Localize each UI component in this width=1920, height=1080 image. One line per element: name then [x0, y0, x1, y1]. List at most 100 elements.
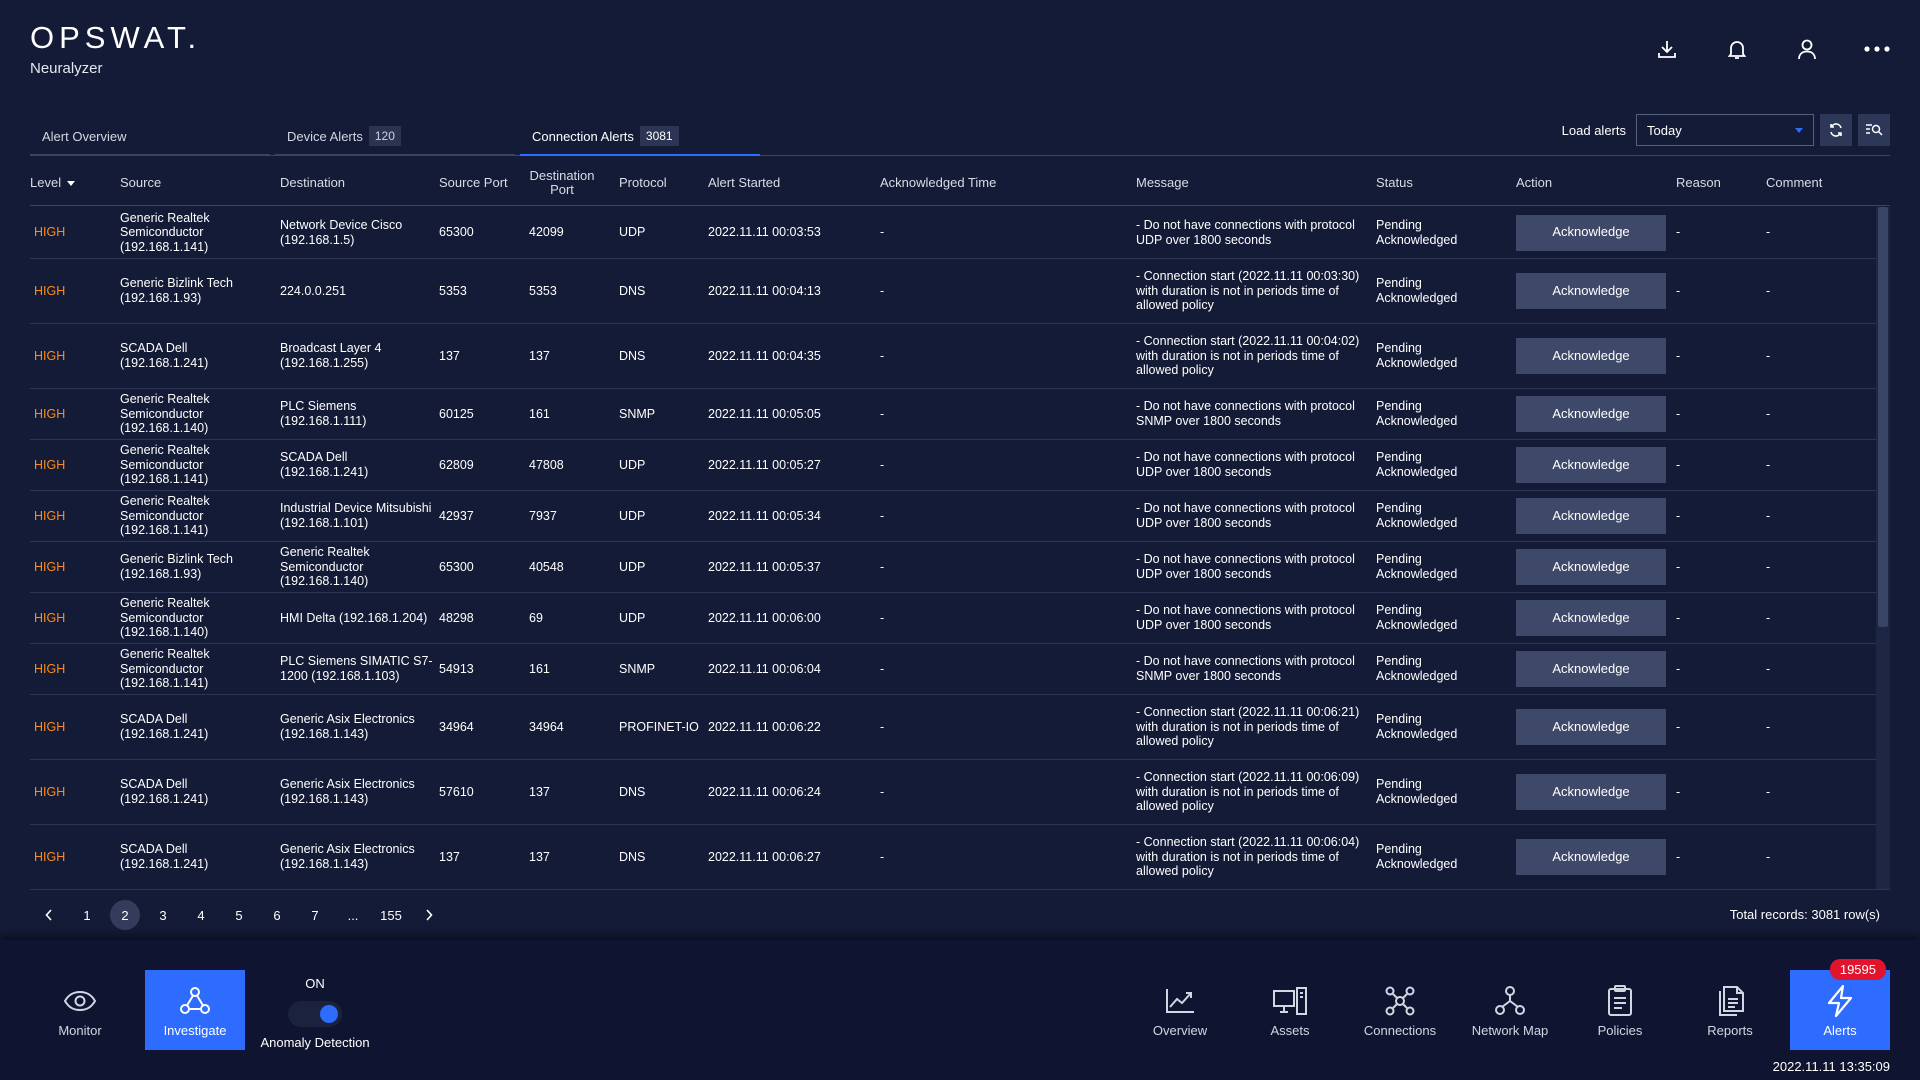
protocol-cell: DNS: [619, 784, 646, 799]
more-icon[interactable]: [1864, 36, 1890, 62]
comment-cell: -: [1766, 508, 1771, 523]
acknowledge-button[interactable]: Acknowledge: [1516, 774, 1666, 810]
table-row: HIGH Generic Realtek Semiconductor (192.1…: [30, 491, 1890, 542]
page-button[interactable]: 5: [220, 900, 258, 930]
alert-started-cell: 2022.11.11 00:05:27: [708, 457, 821, 472]
tab-connection-alerts[interactable]: Connection Alerts 3081: [520, 118, 760, 156]
table-row: HIGH SCADA Dell (192.168.1.241) Broadcast …: [30, 324, 1890, 389]
acknowledge-button[interactable]: Acknowledge: [1516, 651, 1666, 687]
protocol-cell: UDP: [619, 559, 646, 574]
protocol-cell: DNS: [619, 849, 646, 864]
nav-overview[interactable]: Overview: [1130, 970, 1230, 1050]
source-cell: SCADA Dell (192.168.1.241): [120, 842, 209, 871]
column-header-destination-port: Destination Port: [529, 168, 595, 197]
source-cell: Generic Bizlink Tech (192.168.1.93): [120, 276, 234, 305]
source-port-cell: 60125: [439, 406, 474, 421]
page-button[interactable]: 3: [144, 900, 182, 930]
acknowledge-button[interactable]: Acknowledge: [1516, 447, 1666, 483]
status-cell: Pending Acknowledged: [1376, 341, 1458, 370]
nav-label: Reports: [1707, 1022, 1753, 1038]
acknowledge-button[interactable]: Acknowledge: [1516, 709, 1666, 745]
alert-started-cell: 2022.11.11 00:04:35: [708, 348, 821, 363]
table-row: HIGH Generic Bizlink Tech (192.168.1.93) G…: [30, 542, 1890, 593]
scrollbar-thumb[interactable]: [1878, 207, 1888, 627]
destination-cell: HMI Delta (192.168.1.204): [280, 610, 428, 625]
tab-device-alerts[interactable]: Device Alerts 120: [275, 118, 515, 156]
column-header-action: Action: [1516, 175, 1553, 190]
comment-cell: -: [1766, 457, 1771, 472]
destination-port-cell: 137: [529, 348, 550, 363]
page-button[interactable]: 155: [372, 900, 410, 930]
anomaly-state: ON: [305, 976, 325, 991]
page-button[interactable]: 7: [296, 900, 334, 930]
nav-alerts[interactable]: Alerts 19595: [1790, 959, 1890, 1050]
nav-connections[interactable]: Connections: [1350, 970, 1450, 1050]
network-map-icon: [1492, 983, 1528, 1019]
page-button[interactable]: 4: [182, 900, 220, 930]
bell-icon[interactable]: [1724, 36, 1750, 62]
chevron-right-icon: [426, 909, 433, 921]
nav-reports[interactable]: Reports: [1680, 970, 1780, 1050]
acknowledge-button[interactable]: Acknowledge: [1516, 839, 1666, 875]
reason-cell: -: [1676, 508, 1681, 523]
nav-assets[interactable]: Assets: [1240, 970, 1340, 1050]
destination-port-cell: 161: [529, 661, 550, 676]
message-cell: - Do not have connections with protocol …: [1136, 450, 1355, 479]
acknowledge-button[interactable]: Acknowledge: [1516, 549, 1666, 585]
nav-network-map[interactable]: Network Map: [1460, 970, 1560, 1050]
alerts-count-badge: 19595: [1829, 959, 1886, 980]
prev-page-button[interactable]: [30, 900, 68, 930]
message-cell: - Connection start (2022.11.11 00:06:04)…: [1136, 835, 1360, 879]
acknowledged-time-cell: -: [880, 719, 885, 734]
table-scrollbar[interactable]: [1876, 207, 1890, 889]
refresh-button[interactable]: [1820, 114, 1852, 146]
anomaly-toggle[interactable]: [288, 1001, 342, 1027]
acknowledge-button[interactable]: Acknowledge: [1516, 498, 1666, 534]
anomaly-label: Anomaly Detection: [260, 1035, 370, 1050]
filter-search-button[interactable]: [1858, 114, 1890, 146]
nav-monitor[interactable]: Monitor: [30, 970, 130, 1050]
message-cell: - Do not have connections with protocol …: [1136, 501, 1355, 530]
destination-cell: Generic Asix Electronics (192.168.1.143): [280, 842, 415, 871]
nav-investigate[interactable]: Investigate: [145, 970, 245, 1050]
tab-alert-overview[interactable]: Alert Overview: [30, 118, 270, 156]
source-port-cell: 54913: [439, 661, 474, 676]
load-alerts-select[interactable]: Today: [1636, 114, 1814, 146]
page-button[interactable]: 1: [68, 900, 106, 930]
column-header-alert-started: Alert Started: [708, 175, 781, 190]
action-cell: Acknowledge: [1516, 259, 1666, 323]
message-cell: - Do not have connections with protocol …: [1136, 217, 1355, 247]
nav-label: Assets: [1270, 1022, 1310, 1038]
page-number: 6: [273, 907, 281, 923]
refresh-icon: [1830, 123, 1842, 137]
download-icon[interactable]: [1654, 36, 1680, 62]
status-cell: Pending Acknowledged: [1376, 712, 1458, 741]
acknowledged-time-cell: -: [880, 225, 885, 240]
status-cell: Pending Acknowledged: [1376, 777, 1458, 806]
level-cell: HIGH: [34, 610, 66, 625]
acknowledge-button[interactable]: Acknowledge: [1516, 600, 1666, 636]
column-header-source: Source: [120, 175, 162, 190]
acknowledge-button[interactable]: Acknowledge: [1516, 338, 1666, 374]
source-cell: Generic Realtek Semiconductor (192.168.1…: [120, 494, 210, 538]
nav-policies[interactable]: Policies: [1570, 970, 1670, 1050]
acknowledge-button[interactable]: Acknowledge: [1516, 273, 1666, 309]
column-header-destination: Destination: [280, 175, 346, 190]
next-page-button[interactable]: [410, 900, 448, 930]
anomaly-detection: ON Anomaly Detection: [255, 976, 375, 1050]
system-clock: 2022.11.11 13:35:09: [1772, 1059, 1890, 1074]
reason-cell: -: [1676, 784, 1681, 799]
acknowledge-button[interactable]: Acknowledge: [1516, 214, 1666, 251]
column-header-level[interactable]: Level: [30, 160, 110, 206]
acknowledge-button[interactable]: Acknowledge: [1516, 396, 1666, 432]
column-header-acknowledged-time: Acknowledged Time: [880, 175, 997, 190]
table-body: HIGH Generic Realtek Semiconductor (192.1…: [30, 207, 1890, 890]
user-icon[interactable]: [1794, 36, 1820, 62]
eye-icon: [62, 983, 98, 1019]
page-button[interactable]: 6: [258, 900, 296, 930]
page-button[interactable]: 2: [106, 900, 144, 930]
action-cell: Acknowledge: [1516, 389, 1666, 439]
source-cell: Generic Realtek Semiconductor (192.168.1…: [120, 392, 210, 436]
reason-cell: -: [1676, 719, 1681, 734]
column-header-status: Status: [1376, 175, 1413, 190]
